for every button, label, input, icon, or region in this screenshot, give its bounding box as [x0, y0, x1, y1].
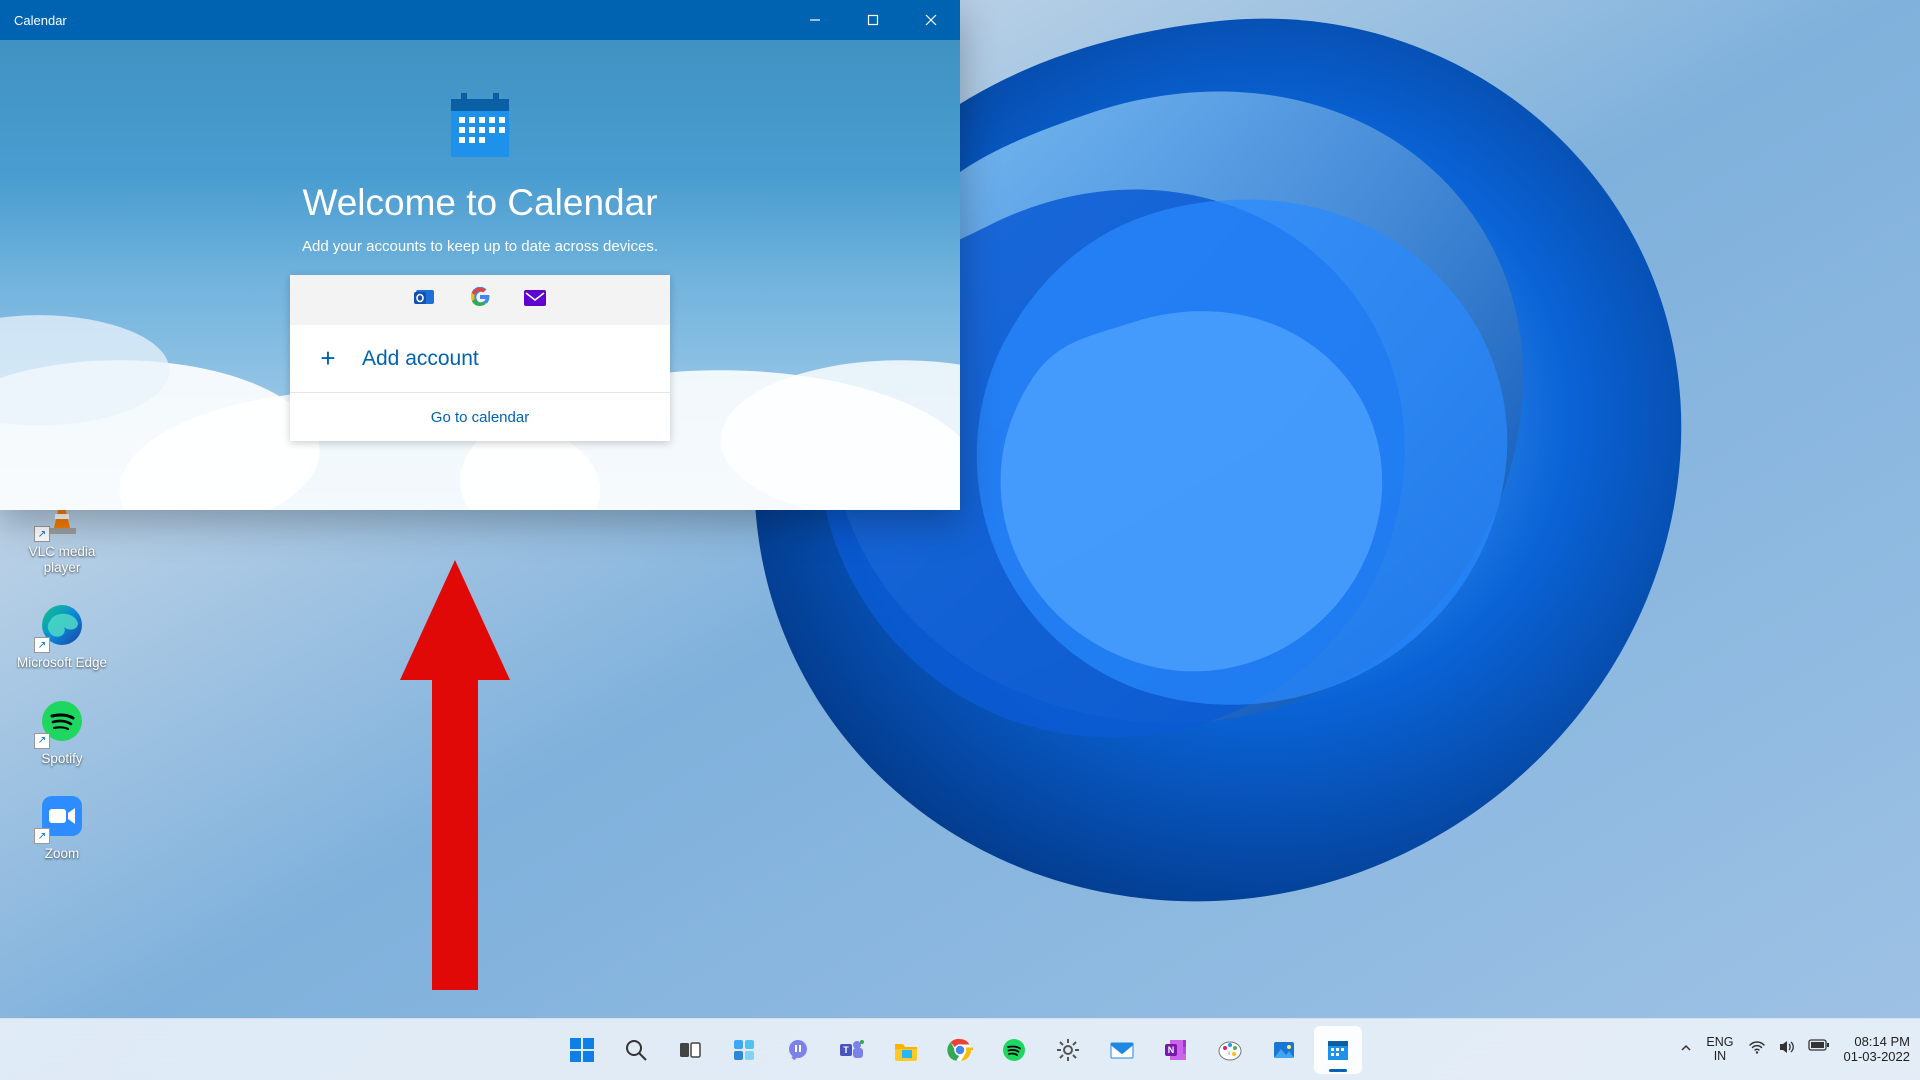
wifi-icon [1748, 1038, 1766, 1061]
search-button[interactable] [612, 1026, 660, 1074]
yahoo-mail-icon [524, 289, 546, 312]
desktop-icons: ↗ VLC media player ↗ Microsoft Edge ↗ Sp… [12, 488, 112, 862]
taskbar-chrome[interactable] [936, 1026, 984, 1074]
paint-icon [1216, 1036, 1244, 1064]
add-account-label: Add account [362, 347, 479, 371]
titlebar-controls [786, 0, 960, 40]
photos-icon [1271, 1037, 1297, 1063]
welcome-subheading: Add your accounts to keep up to date acr… [302, 238, 658, 255]
widgets-icon [731, 1037, 757, 1063]
desktop-icon-edge[interactable]: ↗ Microsoft Edge [12, 599, 112, 671]
svg-text:T: T [843, 1045, 849, 1055]
shortcut-arrow-icon: ↗ [34, 828, 50, 844]
shortcut-arrow-icon: ↗ [34, 526, 50, 542]
welcome-heading: Welcome to Calendar [302, 182, 657, 224]
titlebar[interactable]: Calendar [0, 0, 960, 40]
taskbar-file-explorer[interactable] [882, 1026, 930, 1074]
taskview-icon [677, 1037, 703, 1063]
chrome-icon [947, 1037, 973, 1063]
svg-text:N: N [1168, 1045, 1175, 1055]
shortcut-arrow-icon: ↗ [34, 733, 50, 749]
desktop-icon-spotify[interactable]: ↗ Spotify [12, 695, 112, 767]
calendar-app-icon [440, 88, 520, 168]
system-tray: ENG IN 08:14 PM 01-03-2022 [1680, 1035, 1910, 1065]
taskbar-photos[interactable] [1260, 1026, 1308, 1074]
google-icon [470, 287, 490, 313]
widgets-button[interactable] [720, 1026, 768, 1074]
annotation-arrow [400, 560, 510, 990]
taskbar-center: T N [558, 1026, 1362, 1074]
add-account-button[interactable]: + Add account [290, 325, 670, 393]
provider-row [290, 275, 670, 325]
shortcut-arrow-icon: ↗ [34, 637, 50, 653]
start-button[interactable] [558, 1026, 606, 1074]
gear-icon [1055, 1037, 1081, 1063]
minimize-button[interactable] [786, 0, 844, 40]
quick-settings-button[interactable] [1748, 1038, 1830, 1061]
taskbar-paint[interactable] [1206, 1026, 1254, 1074]
calendar-window: Calendar Welcome to Calendar Add your a [0, 0, 960, 510]
battery-icon [1808, 1038, 1830, 1061]
desktop-icon-label: Spotify [41, 751, 82, 767]
outlook-icon [414, 286, 436, 314]
desktop-icon-label: Microsoft Edge [17, 655, 107, 671]
taskbar-teams[interactable]: T [828, 1026, 876, 1074]
account-card: + Add account Go to calendar [290, 275, 670, 441]
language-top: ENG [1706, 1036, 1733, 1050]
search-icon [623, 1037, 649, 1063]
tray-time: 08:14 PM [1844, 1035, 1911, 1050]
go-to-calendar-button[interactable]: Go to calendar [290, 393, 670, 441]
spotify-icon [1001, 1037, 1027, 1063]
go-to-calendar-label: Go to calendar [431, 409, 529, 426]
chat-icon [785, 1037, 811, 1063]
mail-icon [1108, 1036, 1136, 1064]
taskbar-onenote[interactable]: N [1152, 1026, 1200, 1074]
start-icon [568, 1036, 596, 1064]
desktop: ↗ VLC media player ↗ Microsoft Edge ↗ Sp… [0, 0, 1920, 1080]
spotify-icon: ↗ [36, 695, 88, 747]
clock-button[interactable]: 08:14 PM 01-03-2022 [1844, 1035, 1911, 1065]
window-title: Calendar [14, 13, 67, 28]
folder-icon [892, 1036, 920, 1064]
language-indicator[interactable]: ENG IN [1706, 1036, 1733, 1064]
onenote-icon: N [1163, 1037, 1189, 1063]
taskbar-settings[interactable] [1044, 1026, 1092, 1074]
close-button[interactable] [902, 0, 960, 40]
calendar-icon [1325, 1037, 1351, 1063]
taskbar: T N ENG IN 08:14 PM 01-03-2 [0, 1018, 1920, 1080]
desktop-icon-label: VLC media player [12, 544, 112, 575]
taskbar-calendar[interactable] [1314, 1026, 1362, 1074]
teams-icon: T [838, 1036, 866, 1064]
chevron-up-icon [1680, 1042, 1692, 1054]
tray-date: 01-03-2022 [1844, 1050, 1911, 1065]
taskbar-mail[interactable] [1098, 1026, 1146, 1074]
maximize-button[interactable] [844, 0, 902, 40]
zoom-icon: ↗ [36, 790, 88, 842]
language-bottom: IN [1706, 1050, 1733, 1064]
tray-overflow-button[interactable] [1680, 1042, 1692, 1057]
taskview-button[interactable] [666, 1026, 714, 1074]
taskbar-chat[interactable] [774, 1026, 822, 1074]
edge-icon: ↗ [36, 599, 88, 651]
desktop-icon-zoom[interactable]: ↗ Zoom [12, 790, 112, 862]
plus-icon: + [316, 343, 340, 374]
desktop-icon-label: Zoom [45, 846, 80, 862]
volume-icon [1778, 1038, 1796, 1061]
calendar-welcome-body: Welcome to Calendar Add your accounts to… [0, 40, 960, 441]
taskbar-spotify[interactable] [990, 1026, 1038, 1074]
